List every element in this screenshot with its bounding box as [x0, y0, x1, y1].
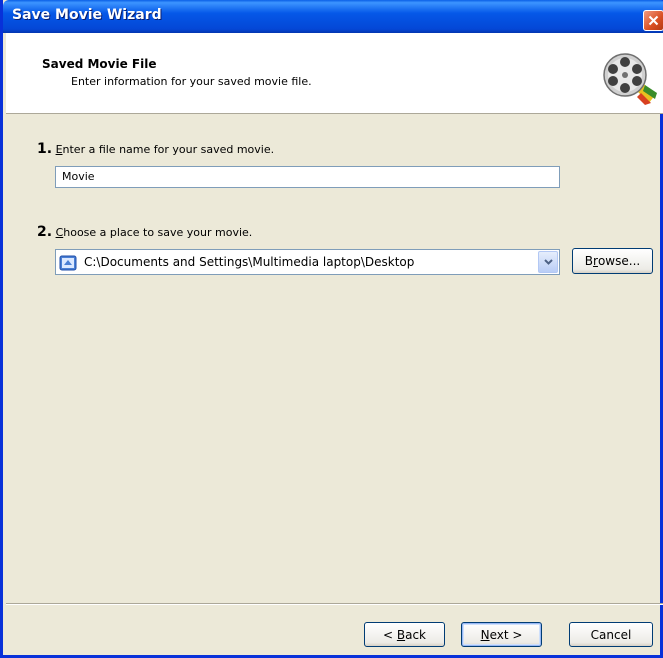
page-subtitle: Enter information for your saved movie f… [71, 75, 312, 88]
chevron-down-icon [543, 259, 553, 265]
step2-number: 2. [37, 224, 53, 240]
folder-icon [59, 255, 77, 271]
film-reel-icon [603, 53, 657, 105]
footer-divider [6, 603, 663, 605]
save-location-combo[interactable]: C:\Documents and Settings\Multimedia lap… [55, 249, 560, 275]
back-label-pre: < [382, 627, 394, 642]
browse-button[interactable]: Br owse... [572, 248, 653, 274]
next-label-post: ext > [489, 627, 523, 642]
next-accesskey: N [480, 627, 490, 642]
close-icon [648, 15, 659, 26]
wizard-header: Saved Movie File Enter information for y… [6, 33, 663, 114]
back-button[interactable]: < Back [364, 622, 445, 647]
back-accesskey: B [396, 627, 406, 642]
step1-number: 1. [37, 141, 53, 157]
page-title: Saved Movie File [42, 57, 157, 71]
filename-input[interactable]: Movie [55, 166, 560, 188]
window-title: Save Movie Wizard [12, 7, 162, 23]
step1-label: 1. Enter a file name for your saved movi… [37, 141, 274, 157]
browse-label-pre: B [584, 254, 594, 268]
step2-text: hoose a place to save your movie. [63, 226, 253, 239]
step1-accesskey: E [55, 143, 63, 156]
step2-label: 2. Choose a place to save your movie. [37, 224, 252, 240]
cancel-button[interactable]: Cancel [569, 622, 653, 647]
browse-label-post: owse... [597, 254, 641, 268]
title-bar[interactable]: Save Movie Wizard [3, 0, 663, 33]
step1-text: nter a file name for your saved movie. [62, 143, 275, 156]
back-label-post: ack [405, 627, 427, 642]
save-movie-wizard-window: Save Movie Wizard Saved Movie File Enter… [0, 0, 663, 658]
dropdown-button[interactable] [538, 251, 558, 273]
save-location-value: C:\Documents and Settings\Multimedia lap… [84, 255, 415, 269]
next-button[interactable]: Next > [461, 622, 542, 647]
close-button[interactable] [643, 10, 663, 31]
